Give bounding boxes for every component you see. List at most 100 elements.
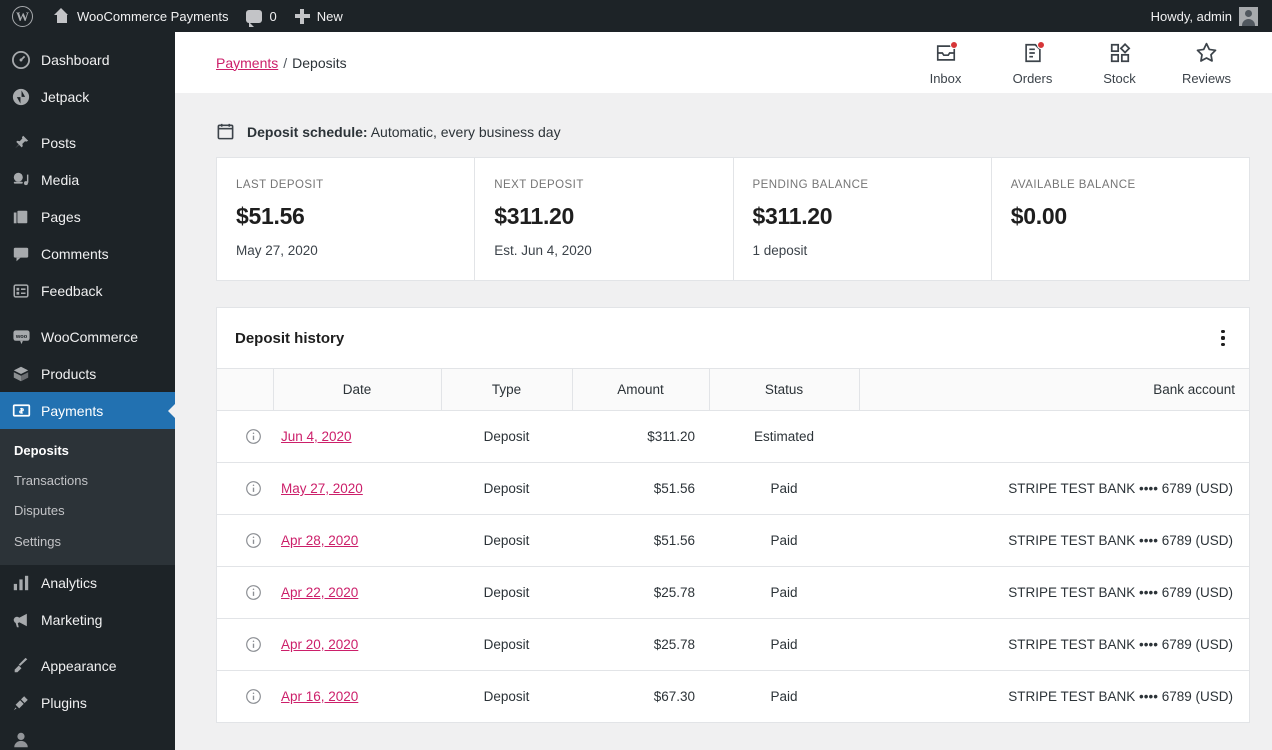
admin-bar: W WooCommerce Payments 0 New Howdy, admi… bbox=[0, 0, 1272, 32]
cell-type: Deposit bbox=[441, 514, 572, 567]
sidebar-item-woocommerce[interactable]: woo WooCommerce bbox=[0, 318, 175, 355]
sidebar-item-feedback[interactable]: Feedback bbox=[0, 272, 175, 309]
info-icon[interactable] bbox=[245, 636, 262, 653]
header-nav-reviews[interactable]: Reviews bbox=[1163, 40, 1250, 86]
menu-spacer bbox=[0, 32, 175, 41]
deposit-history-panel: Deposit history Date Type Amount Status … bbox=[216, 307, 1250, 723]
sidebar-item-label: Marketing bbox=[41, 612, 103, 629]
sidebar-item-comments[interactable]: Comments bbox=[0, 235, 175, 272]
header-nav: Inbox Orders Stock Reviews bbox=[902, 40, 1250, 86]
info-icon[interactable] bbox=[245, 480, 262, 497]
sidebar-item-marketing[interactable]: Marketing bbox=[0, 602, 175, 639]
column-header-type[interactable]: Type bbox=[441, 369, 573, 411]
appearance-icon bbox=[11, 656, 31, 676]
table-row[interactable]: May 27, 2020 Deposit $51.56 Paid STRIPE … bbox=[217, 462, 1249, 515]
calendar-icon bbox=[216, 122, 235, 141]
sidebar-item-deposits[interactable]: Deposits bbox=[0, 436, 175, 466]
cell-date: Jun 4, 2020 bbox=[273, 410, 441, 463]
deposit-date-link[interactable]: Apr 22, 2020 bbox=[281, 585, 358, 600]
my-account-button[interactable]: Howdy, admin bbox=[1142, 0, 1272, 32]
cell-date: Apr 16, 2020 bbox=[273, 671, 441, 723]
kebab-menu-icon[interactable] bbox=[1211, 326, 1235, 350]
header-nav-inbox[interactable]: Inbox bbox=[902, 40, 989, 86]
sidebar-item-appearance[interactable]: Appearance bbox=[0, 648, 175, 685]
woocommerce-icon: woo bbox=[11, 327, 31, 347]
sidebar-item-label: Feedback bbox=[41, 282, 103, 299]
card-value: $0.00 bbox=[1010, 203, 1067, 229]
sidebar-item-dashboard[interactable]: Dashboard bbox=[0, 41, 175, 78]
row-info-cell bbox=[217, 514, 273, 567]
sidebar-item-pages[interactable]: Pages bbox=[0, 198, 175, 235]
deposit-date-link[interactable]: Apr 16, 2020 bbox=[281, 689, 358, 704]
cell-status: Paid bbox=[709, 514, 859, 567]
table-row[interactable]: Jun 4, 2020 Deposit $311.20 Estimated bbox=[217, 410, 1249, 463]
cell-amount: $67.30 bbox=[653, 689, 695, 704]
deposit-date-link[interactable]: Apr 20, 2020 bbox=[281, 637, 358, 652]
column-header-status[interactable]: Status bbox=[709, 369, 860, 411]
info-icon[interactable] bbox=[245, 688, 262, 705]
wordpress-logo-icon: W bbox=[12, 5, 33, 27]
analytics-icon bbox=[11, 573, 31, 593]
deposit-date-link[interactable]: May 27, 2020 bbox=[281, 481, 363, 496]
comments-button[interactable]: 0 bbox=[237, 0, 285, 32]
cell-amount: $51.56 bbox=[572, 462, 709, 515]
info-icon[interactable] bbox=[245, 584, 262, 601]
deposit-date-link[interactable]: Apr 28, 2020 bbox=[281, 533, 358, 548]
header-nav-stock[interactable]: Stock bbox=[1076, 40, 1163, 86]
sidebar-item-jetpack[interactable]: Jetpack bbox=[0, 78, 175, 115]
panel-header: Deposit history bbox=[217, 308, 1249, 369]
sidebar-item-transactions[interactable]: Transactions bbox=[0, 466, 175, 496]
sidebar-item-disputes[interactable]: Disputes bbox=[0, 496, 175, 526]
info-icon[interactable] bbox=[245, 428, 262, 445]
sidebar-item-label: Posts bbox=[41, 134, 77, 151]
cell-type: Deposit bbox=[483, 689, 530, 704]
comments-count: 0 bbox=[269, 8, 277, 24]
info-icon[interactable] bbox=[245, 532, 262, 549]
cell-bank-account bbox=[859, 410, 1249, 463]
wordpress-logo-button[interactable]: W bbox=[0, 0, 44, 32]
media-icon bbox=[11, 170, 31, 190]
card-sub: 1 deposit bbox=[752, 243, 808, 258]
deposit-schedule-label: Deposit schedule: bbox=[247, 123, 368, 140]
column-header-bank-account[interactable]: Bank account bbox=[859, 369, 1249, 411]
summary-card-available-balance: AVAILABLE BALANCE $0.00 bbox=[992, 158, 1249, 280]
table-row[interactable]: Apr 20, 2020 Deposit $25.78 Paid STRIPE … bbox=[217, 618, 1249, 671]
header-nav-orders[interactable]: Orders bbox=[989, 40, 1076, 86]
products-icon bbox=[11, 364, 31, 384]
table-row[interactable]: Apr 28, 2020 Deposit $51.56 Paid STRIPE … bbox=[217, 514, 1249, 567]
sidebar-item-settings[interactable]: Settings bbox=[0, 527, 175, 557]
sidebar-item-plugins[interactable]: Plugins bbox=[0, 685, 175, 722]
breadcrumb: Payments / Deposits bbox=[216, 55, 347, 71]
cell-amount: $25.78 bbox=[572, 566, 709, 619]
deposit-schedule: Deposit schedule: Automatic, every busin… bbox=[216, 122, 1250, 141]
dashboard-icon bbox=[11, 50, 31, 70]
header-nav-label: Stock bbox=[1103, 70, 1136, 86]
sidebar-item-partial[interactable] bbox=[0, 722, 175, 750]
jetpack-icon bbox=[11, 87, 31, 107]
new-content-button[interactable]: New bbox=[286, 0, 352, 32]
svg-text:woo: woo bbox=[14, 334, 27, 340]
row-info-cell bbox=[217, 462, 273, 515]
sidebar-item-media[interactable]: Media bbox=[0, 161, 175, 198]
card-value: $311.20 bbox=[494, 203, 575, 229]
row-info-cell bbox=[217, 566, 273, 619]
site-name-button[interactable]: WooCommerce Payments bbox=[44, 0, 237, 32]
table-row[interactable]: Apr 22, 2020 Deposit $25.78 Paid STRIPE … bbox=[217, 566, 1249, 619]
sidebar-item-products[interactable]: Products bbox=[0, 355, 175, 392]
breadcrumb-separator: / bbox=[283, 54, 288, 71]
sidebar-item-posts[interactable]: Posts bbox=[0, 124, 175, 161]
main-area: Payments / Deposits Inbox Orders Stock R… bbox=[175, 32, 1272, 750]
page-content: Deposit schedule: Automatic, every busin… bbox=[175, 94, 1272, 723]
table-row[interactable]: Apr 16, 2020 Deposit $67.30 Paid STRIPE … bbox=[217, 671, 1249, 723]
column-header-date[interactable]: Date bbox=[273, 369, 442, 411]
table-header: Date Type Amount Status Bank account bbox=[217, 369, 1249, 411]
cell-amount: $311.20 bbox=[572, 410, 709, 463]
sidebar-item-label: WooCommerce bbox=[41, 328, 138, 345]
summary-cards: LAST DEPOSIT $51.56 May 27, 2020 NEXT DE… bbox=[216, 157, 1250, 281]
column-header-amount[interactable]: Amount bbox=[572, 369, 710, 411]
sidebar-item-analytics[interactable]: Analytics bbox=[0, 565, 175, 602]
breadcrumb-payments-link[interactable]: Payments bbox=[216, 55, 278, 71]
deposit-date-link[interactable]: Jun 4, 2020 bbox=[281, 429, 352, 444]
sidebar-item-payments[interactable]: Payments bbox=[0, 392, 175, 429]
cell-status: Estimated bbox=[709, 410, 859, 463]
